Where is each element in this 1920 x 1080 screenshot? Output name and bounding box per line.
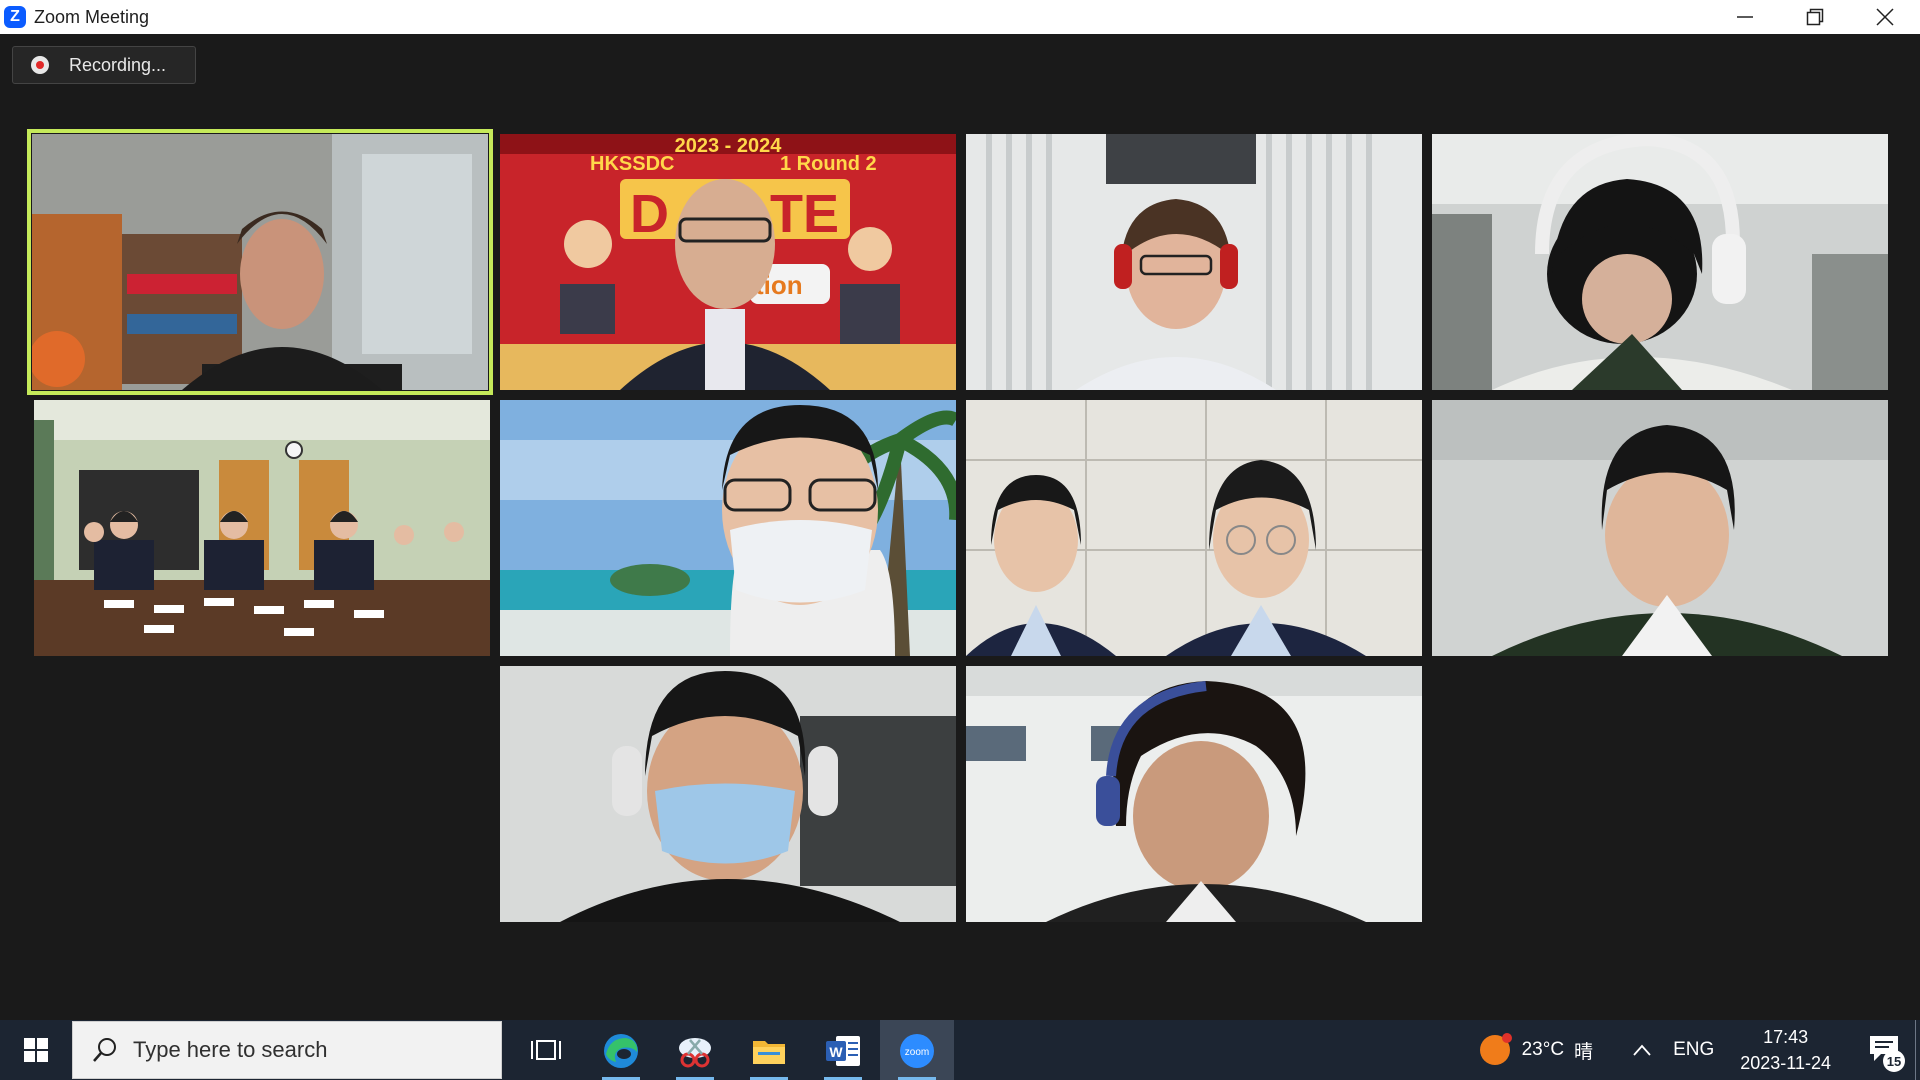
participant-video bbox=[32, 134, 488, 390]
svg-text:D: D bbox=[630, 184, 669, 244]
participant-video bbox=[500, 400, 956, 656]
weather-condition[interactable]: 晴 bbox=[1574, 1037, 1593, 1064]
close-button[interactable] bbox=[1850, 0, 1920, 34]
video-tile-participant-10[interactable] bbox=[966, 666, 1422, 922]
recording-indicator[interactable]: Recording... bbox=[12, 46, 196, 84]
window-title-bar: Z Zoom Meeting bbox=[0, 0, 1920, 34]
task-view-icon bbox=[531, 1040, 561, 1060]
participant-video bbox=[966, 134, 1422, 390]
participant-video bbox=[500, 666, 956, 922]
svg-text:zoom: zoom bbox=[905, 1047, 929, 1058]
window-controls bbox=[1710, 0, 1920, 34]
meeting-gallery-view: Recording... 2023 - 2024 HKSSDC 1 Round … bbox=[0, 34, 1920, 1020]
video-tile-participant-3[interactable] bbox=[966, 134, 1422, 390]
zoom-taskbar-button[interactable]: zoom bbox=[880, 1020, 954, 1080]
input-language[interactable]: ENG bbox=[1673, 1039, 1714, 1061]
restore-button[interactable] bbox=[1780, 0, 1850, 34]
notification-count-badge: 15 bbox=[1883, 1050, 1905, 1072]
video-tile-participant-5[interactable] bbox=[34, 400, 490, 656]
edge-icon bbox=[604, 1034, 638, 1068]
file-explorer-icon bbox=[753, 1041, 785, 1064]
clock-time: 17:43 bbox=[1763, 1027, 1809, 1047]
participant-video bbox=[1432, 134, 1888, 390]
notification-center-button[interactable]: 15 bbox=[1855, 1020, 1915, 1080]
svg-text:1 Round 2: 1 Round 2 bbox=[780, 153, 877, 175]
svg-text:2023 - 2024: 2023 - 2024 bbox=[675, 135, 783, 157]
search-icon bbox=[93, 1038, 116, 1062]
participant-video: 2023 - 2024 HKSSDC 1 Round 2 D TE tion bbox=[500, 134, 956, 390]
task-view-button[interactable] bbox=[510, 1020, 584, 1080]
close-icon bbox=[1876, 8, 1894, 26]
clock-date: 2023-11-24 bbox=[1740, 1053, 1831, 1073]
snipping-tool-taskbar-button[interactable] bbox=[658, 1020, 732, 1080]
search-placeholder: Type here to search bbox=[133, 1037, 328, 1062]
file-explorer-taskbar-button[interactable] bbox=[732, 1020, 806, 1080]
participant-video bbox=[1432, 400, 1888, 656]
participant-video bbox=[966, 666, 1422, 922]
video-tile-participant-4[interactable] bbox=[1432, 134, 1888, 390]
video-tile-participant-8[interactable] bbox=[1432, 400, 1888, 656]
record-icon bbox=[31, 56, 49, 74]
video-tile-participant-2[interactable]: 2023 - 2024 HKSSDC 1 Round 2 D TE tion bbox=[500, 134, 956, 390]
system-tray: 23°C 晴 ENG 17:43 2023-11-24 15 bbox=[1479, 1020, 1920, 1080]
show-desktop-button[interactable] bbox=[1915, 1020, 1920, 1080]
snipping-tool-icon bbox=[679, 1038, 711, 1068]
zoom-logo-icon: Z bbox=[4, 6, 26, 28]
show-hidden-icons-chevron-icon[interactable] bbox=[1633, 1044, 1651, 1056]
svg-text:HKSSDC: HKSSDC bbox=[590, 153, 674, 175]
minimize-button[interactable] bbox=[1710, 0, 1780, 34]
svg-text:W: W bbox=[829, 1044, 843, 1060]
participant-video bbox=[34, 400, 490, 656]
video-tile-participant-1[interactable] bbox=[27, 129, 493, 395]
weather-sun-icon[interactable] bbox=[1479, 1033, 1512, 1065]
windows-taskbar: Type here to search W zoom 23°C 晴 ENG 17… bbox=[0, 1020, 1920, 1080]
video-tile-participant-9[interactable] bbox=[500, 666, 956, 922]
recording-label: Recording... bbox=[69, 54, 167, 75]
start-button[interactable] bbox=[0, 1020, 72, 1080]
restore-icon bbox=[1806, 8, 1824, 26]
word-icon: W bbox=[826, 1036, 860, 1066]
zoom-icon: zoom bbox=[900, 1034, 934, 1068]
participant-video bbox=[966, 400, 1422, 656]
weather-temperature[interactable]: 23°C bbox=[1522, 1039, 1564, 1061]
window-title: Zoom Meeting bbox=[34, 6, 150, 27]
edge-taskbar-button[interactable] bbox=[584, 1020, 658, 1080]
video-tile-participant-7[interactable] bbox=[966, 400, 1422, 656]
clock[interactable]: 17:43 2023-11-24 bbox=[1740, 1024, 1831, 1076]
windows-logo-icon bbox=[24, 1038, 48, 1062]
video-tile-participant-6[interactable] bbox=[500, 400, 956, 656]
minimize-icon bbox=[1737, 16, 1753, 18]
svg-text:TE: TE bbox=[770, 184, 839, 244]
taskbar-search-box[interactable]: Type here to search bbox=[72, 1021, 502, 1079]
word-taskbar-button[interactable]: W bbox=[806, 1020, 880, 1080]
